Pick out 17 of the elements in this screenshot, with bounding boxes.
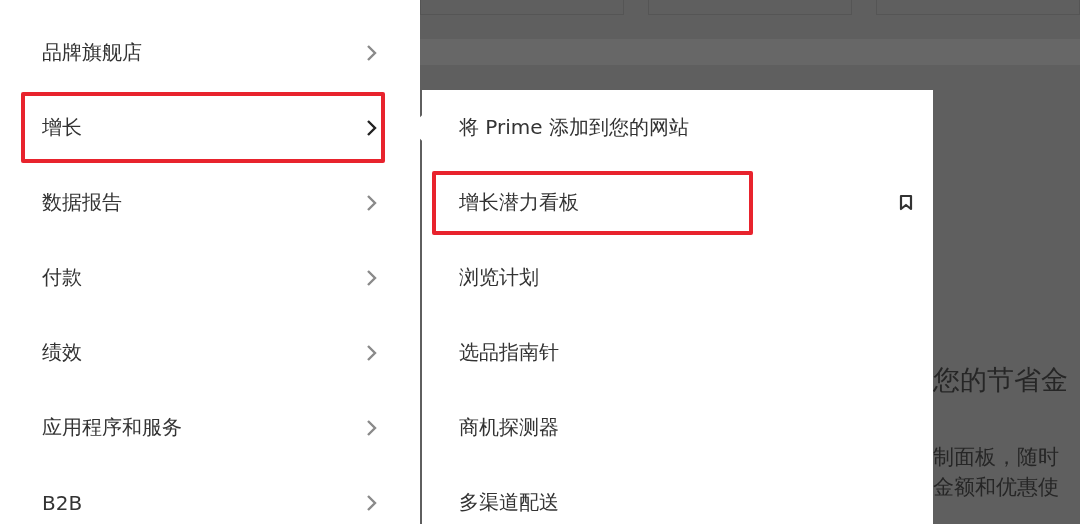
submenu-item[interactable]: 增长潜力看板 <box>432 170 753 235</box>
menu-item[interactable]: 应用程序和服务 <box>21 392 385 463</box>
submenu-item[interactable]: 多渠道配送 <box>432 470 753 524</box>
page-text: 金额和优惠使 <box>933 474 1060 501</box>
submenu-item[interactable]: 浏览计划 <box>432 245 753 310</box>
menu-item[interactable]: 增长 <box>21 92 385 163</box>
submenu-item[interactable]: 选品指南针 <box>432 320 753 385</box>
page-text: 制面板，随时 <box>933 444 1060 471</box>
menu-item[interactable]: 绩效 <box>21 317 385 388</box>
submenu-item[interactable]: 商机探测器 <box>432 395 753 460</box>
bookmark-icon[interactable] <box>899 194 913 211</box>
submenu-item[interactable]: 将 Prime 添加到您的网站 <box>432 95 753 160</box>
menu-item[interactable]: B2B <box>21 467 385 524</box>
menu-item[interactable]: 数据报告 <box>21 167 385 238</box>
menu-item[interactable]: 品牌旗舰店 <box>21 17 385 88</box>
menu-item[interactable]: 付款 <box>21 242 385 313</box>
page-heading: 您的节省金 <box>933 363 1069 397</box>
